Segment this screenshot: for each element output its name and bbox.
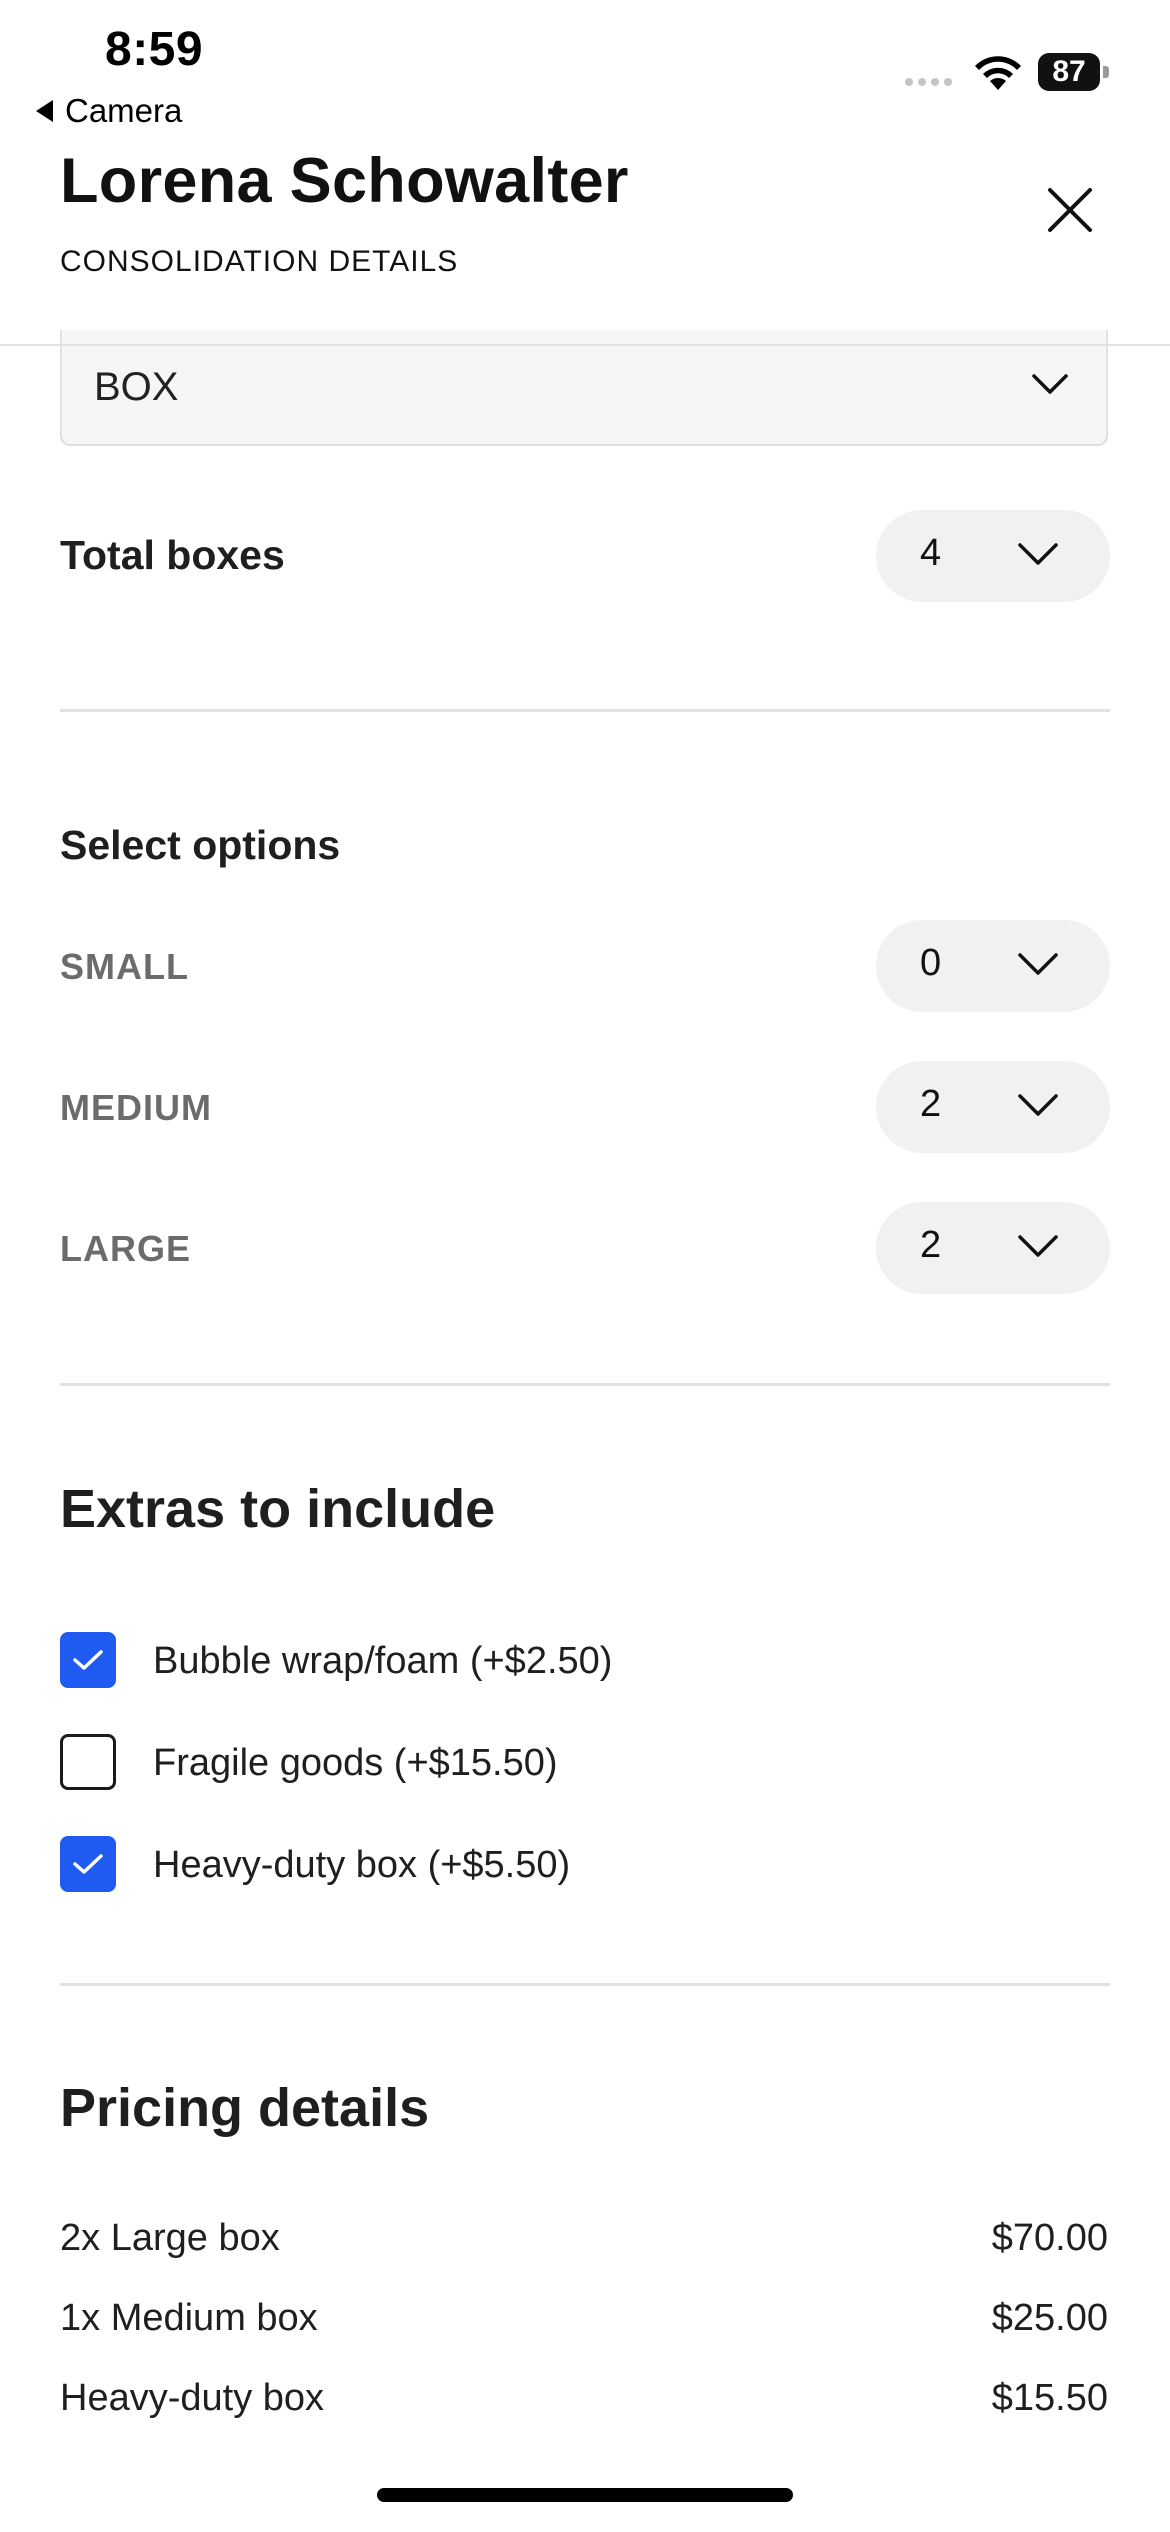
page-subtitle: CONSOLIDATION DETAILS <box>60 245 459 278</box>
chevron-down-icon <box>1018 543 1058 565</box>
fragile-goods-checkbox[interactable] <box>60 1734 116 1790</box>
total-boxes-value: 4 <box>920 532 942 574</box>
battery-nub <box>1103 66 1109 78</box>
total-boxes-label: Total boxes <box>60 532 285 578</box>
close-icon[interactable] <box>1040 180 1100 240</box>
section-divider <box>60 1983 1110 1986</box>
total-boxes-dropdown[interactable]: 4 <box>876 510 1110 602</box>
bubble-wrap-checkbox[interactable] <box>60 1632 116 1688</box>
pricing-line-amount: $70.00 <box>991 2217 1108 2259</box>
wifi-icon <box>975 56 1021 90</box>
box-type-select[interactable] <box>60 330 1108 446</box>
page-title: Lorena Schowalter <box>60 146 629 216</box>
checkmark-icon <box>73 1854 103 1874</box>
heavy-duty-box-label[interactable]: Heavy-duty box (+$5.50) <box>153 1844 570 1887</box>
pricing-line-amount: $15.50 <box>991 2377 1108 2419</box>
pricing-line-label: 1x Medium box <box>60 2297 318 2339</box>
pricing-line-label: 2x Large box <box>60 2217 280 2259</box>
fragile-goods-label[interactable]: Fragile goods (+$15.50) <box>153 1742 558 1785</box>
cellular-signal-icon <box>905 78 952 86</box>
battery-icon: 87 <box>1038 53 1100 91</box>
extras-heading: Extras to include <box>60 1479 496 1539</box>
pricing-line-amount: $25.00 <box>991 2297 1108 2339</box>
heavy-duty-box-checkbox[interactable] <box>60 1836 116 1892</box>
option-large-label: LARGE <box>60 1228 191 1269</box>
section-divider <box>60 709 1110 712</box>
option-small-label: SMALL <box>60 946 189 987</box>
chevron-down-icon <box>1018 953 1058 975</box>
option-large-value: 2 <box>920 1224 942 1266</box>
pricing-heading: Pricing details <box>60 2078 430 2138</box>
status-time: 8:59 <box>105 23 204 76</box>
option-medium-label: MEDIUM <box>60 1087 212 1128</box>
back-arrow-icon <box>36 100 53 122</box>
section-divider <box>60 1383 1110 1386</box>
chevron-down-icon <box>1032 374 1068 394</box>
box-type-value: BOX <box>94 365 179 409</box>
option-small-dropdown[interactable]: 0 <box>876 920 1110 1012</box>
back-to-camera-link[interactable]: Camera <box>36 92 182 130</box>
checkmark-icon <box>73 1650 103 1670</box>
pricing-line-label: Heavy-duty box <box>60 2377 325 2419</box>
option-medium-dropdown[interactable]: 2 <box>876 1061 1110 1153</box>
back-label: Camera <box>65 92 183 129</box>
option-medium-value: 2 <box>920 1083 942 1125</box>
home-indicator[interactable] <box>377 2488 793 2502</box>
option-large-dropdown[interactable]: 2 <box>876 1202 1110 1294</box>
chevron-down-icon <box>1018 1094 1058 1116</box>
chevron-down-icon <box>1018 1235 1058 1257</box>
header-divider <box>0 344 1170 346</box>
option-small-value: 0 <box>920 942 942 984</box>
bubble-wrap-label[interactable]: Bubble wrap/foam (+$2.50) <box>153 1640 612 1683</box>
select-options-heading: Select options <box>60 822 341 868</box>
